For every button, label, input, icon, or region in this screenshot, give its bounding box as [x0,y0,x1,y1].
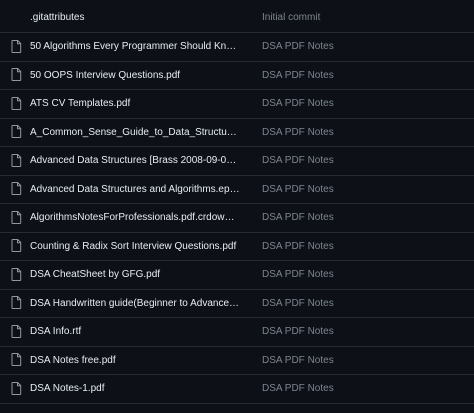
file-row[interactable]: 50 OOPS Interview Questions.pdf DSA PDF … [0,62,474,90]
file-row[interactable]: 50 Algorithms Every Programmer Should Kn… [0,33,474,62]
file-icon [11,239,24,253]
file-row[interactable]: A_Common_Sense_Guide_to_Data_Structures_… [0,119,474,147]
file-name-link[interactable]: ATS CV Templates.pdf [30,98,240,109]
commit-message-link[interactable]: DSA PDF Notes [262,383,334,394]
commit-message-link[interactable]: DSA PDF Notes [262,269,334,280]
file-row[interactable]: Counting & Radix Sort Interview Question… [0,233,474,261]
file-name-link[interactable]: A_Common_Sense_Guide_to_Data_Structures_… [30,127,240,138]
file-row[interactable]: Advanced Data Structures and Algorithms.… [0,176,474,204]
commit-message-link[interactable]: DSA PDF Notes [262,241,334,252]
file-name-link[interactable]: DSA Notes free.pdf [30,355,240,366]
file-row[interactable]: ATS CV Templates.pdf DSA PDF Notes [0,90,474,119]
commit-message-link[interactable]: DSA PDF Notes [262,298,334,309]
file-icon [11,153,24,168]
file-icon [11,125,24,139]
file-icon [11,353,24,367]
file-row[interactable]: DSA CheatSheet by GFG.pdf DSA PDF Notes [0,261,474,290]
file-row[interactable]: Advanced Data Structures [Brass 2008-09-… [0,147,474,176]
commit-message-link[interactable]: DSA PDF Notes [262,70,334,81]
file-icon [11,68,24,82]
commit-message-link[interactable]: DSA PDF Notes [262,326,334,337]
file-name-link[interactable]: .gitattributes [30,12,240,23]
commit-message-link[interactable]: DSA PDF Notes [262,212,334,223]
file-row[interactable]: DSA Notes-1.pdf DSA PDF Notes [0,375,474,404]
file-row[interactable]: AlgorithmsNotesForProfessionals.pdf.crdo… [0,204,474,233]
file-row[interactable]: DSA Info.rtf DSA PDF Notes [0,318,474,347]
file-name-link[interactable]: DSA Handwritten guide(Beginner to Advanc… [30,298,240,309]
file-icon [11,39,24,54]
file-name-link[interactable]: AlgorithmsNotesForProfessionals.pdf.crdo… [30,212,240,223]
file-icon [11,182,24,196]
commit-message-link[interactable]: DSA PDF Notes [262,98,334,109]
commit-message-link[interactable]: DSA PDF Notes [262,155,334,166]
file-icon [11,324,24,339]
file-icon [11,210,24,225]
file-row[interactable]: DSA Handwritten guide(Beginner to Advanc… [0,290,474,318]
file-row[interactable]: DSA Notes free.pdf DSA PDF Notes [0,347,474,375]
file-name-link[interactable]: 50 Algorithms Every Programmer Should Kn… [30,41,240,52]
commit-message-link[interactable]: DSA PDF Notes [262,184,334,195]
file-name-link[interactable]: Advanced Data Structures and Algorithms.… [30,184,240,195]
file-name-link[interactable]: DSA Info.rtf [30,326,240,337]
commit-message-link[interactable]: DSA PDF Notes [262,355,334,366]
file-list: .gitattributes Initial commit 50 Algorit… [0,0,474,413]
file-name-link[interactable]: DSA CheatSheet by GFG.pdf [30,269,240,280]
commit-message-link[interactable]: DSA PDF Notes [262,41,334,52]
commit-message-link[interactable]: Initial commit [262,12,320,23]
file-name-link[interactable]: 50 OOPS Interview Questions.pdf [30,70,240,81]
file-icon [11,381,24,396]
file-name-link[interactable]: DSA Notes-1.pdf [30,383,240,394]
file-icon [11,296,24,310]
file-row[interactable]: .gitattributes Initial commit [0,0,474,33]
file-name-link[interactable]: Counting & Radix Sort Interview Question… [30,241,240,252]
file-icon [11,267,24,282]
commit-message-link[interactable]: DSA PDF Notes [262,127,334,138]
file-icon [11,96,24,111]
file-name-link[interactable]: Advanced Data Structures [Brass 2008-09-… [30,155,240,166]
